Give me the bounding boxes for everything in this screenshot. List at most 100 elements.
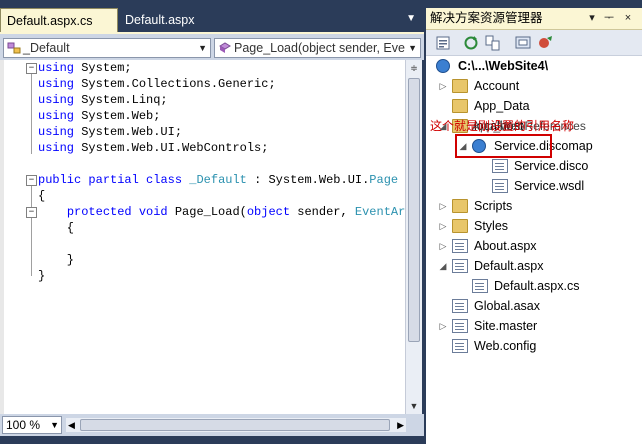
tree-item[interactable]: Default.aspx.cs	[426, 276, 642, 296]
tab-list-dropdown-icon[interactable]: ▼	[406, 13, 416, 24]
code-token: {	[38, 189, 46, 203]
code-token: using	[38, 77, 75, 91]
tree-item[interactable]: ▷ Account	[426, 76, 642, 96]
tree-item-label: Service.wsdl	[514, 179, 585, 193]
code-token: public	[38, 173, 82, 187]
page-icon	[452, 339, 468, 353]
fold-guide-line	[31, 218, 32, 260]
code-token: class	[146, 173, 183, 187]
tree-item[interactable]: Service.disco	[426, 156, 642, 176]
tab-default-aspx-cs[interactable]: Default.aspx.cs	[0, 8, 118, 32]
code-line: {	[38, 220, 74, 236]
indicator-margin	[0, 60, 4, 414]
class-combo[interactable]: _Default ▼	[3, 38, 211, 58]
expand-toggle-icon[interactable]: ▷	[438, 236, 448, 256]
vertical-scrollbar[interactable]: ≑ ▼	[405, 60, 422, 414]
panel-title: 解决方案资源管理器	[430, 11, 543, 25]
document-tab-strip: Default.aspx.cs Default.aspx ▼	[0, 8, 424, 32]
expand-toggle-icon[interactable]: ▷	[438, 216, 448, 236]
code-token: using	[38, 61, 75, 75]
member-combo[interactable]: Page_Load(object sender, Eve ▼	[214, 38, 421, 58]
solution-explorer-header: 解决方案资源管理器 ▾ ᅮ ×	[426, 8, 642, 30]
chevron-down-icon[interactable]: ▼	[50, 417, 59, 433]
tree-item[interactable]: App_Data	[426, 96, 642, 116]
zoom-combo[interactable]: 100 % ▼	[2, 416, 62, 434]
code-token: {	[38, 221, 75, 235]
tree-item[interactable]: ▷ Scripts	[426, 196, 642, 216]
show-all-files-icon[interactable]	[484, 34, 502, 52]
code-editor-pane: Default.aspx.cs Default.aspx ▼ _Default …	[0, 0, 424, 444]
code-line: protected void Page_Load(object sender, …	[38, 204, 420, 220]
page-icon	[452, 239, 468, 253]
properties-icon[interactable]	[434, 34, 452, 52]
code-line: {	[38, 188, 45, 204]
code-token: protected	[66, 205, 132, 219]
expand-toggle-icon[interactable]: ▷	[438, 316, 448, 336]
code-token: using	[38, 125, 75, 139]
root-label: C:\...\WebSite4\	[458, 59, 549, 73]
code-line: using System.Web.UI;	[38, 124, 182, 140]
tree-item[interactable]: Global.asax	[426, 296, 642, 316]
code-token: using	[38, 109, 75, 123]
annotation-highlight-box	[455, 134, 552, 158]
tree-item-label: Styles	[474, 219, 509, 233]
page-icon	[472, 279, 488, 293]
code-text-area[interactable]: using System; using System.Collections.Ge…	[0, 60, 420, 414]
code-line: public partial class _Default : System.W…	[38, 172, 398, 188]
solution-explorer-pane: 解决方案资源管理器 ▾ ᅮ × C:\...\WebSite4\ ▷ Accoun…	[426, 8, 642, 444]
code-line: using System.Web.UI.WebControls;	[38, 140, 268, 156]
code-token: partial	[88, 173, 139, 187]
scroll-right-icon[interactable]: ▶	[397, 418, 404, 432]
auto-hide-pin-icon[interactable]: ᅮ	[602, 10, 616, 26]
close-icon[interactable]: ×	[621, 10, 635, 26]
solution-tree: C:\...\WebSite4\ ▷ Account App_Data ◢ localh…	[426, 56, 642, 444]
expand-toggle-icon[interactable]: ▷	[438, 196, 448, 216]
class-icon	[7, 42, 21, 54]
page-icon	[452, 259, 468, 273]
view-designer-icon[interactable]	[536, 34, 554, 52]
tab-default-aspx[interactable]: Default.aspx	[119, 8, 209, 32]
expand-toggle-icon[interactable]: ◢	[438, 256, 448, 276]
fold-guide-line	[31, 74, 32, 154]
tree-item[interactable]: ▷ About.aspx	[426, 236, 642, 256]
class-combo-value: _Default	[23, 41, 70, 55]
collapse-class-icon[interactable]: −	[26, 175, 37, 186]
horizontal-scrollbar[interactable]: ◀ ▶	[66, 418, 406, 432]
vertical-scroll-thumb[interactable]	[408, 78, 420, 342]
zoom-value: 100 %	[6, 418, 41, 432]
tree-item[interactable]: ▷ Site.master	[426, 316, 642, 336]
chevron-down-icon[interactable]: ▼	[408, 39, 417, 57]
nest-related-files-icon[interactable]	[514, 34, 532, 52]
collapse-method-icon[interactable]: −	[26, 207, 37, 218]
tree-item-label: About.aspx	[474, 239, 537, 253]
tree-item-label: Account	[474, 79, 520, 93]
folder-icon	[452, 199, 468, 213]
page-icon	[492, 179, 508, 193]
method-icon	[219, 42, 231, 53]
code-token: using	[38, 93, 75, 107]
code-token: System.Linq;	[74, 93, 168, 107]
tree-item[interactable]: ▷ Styles	[426, 216, 642, 236]
window-position-icon[interactable]: ▾	[585, 10, 599, 26]
code-token: System.Web.UI.WebControls;	[74, 141, 269, 155]
chevron-down-icon[interactable]: ▼	[198, 39, 207, 57]
scroll-down-icon[interactable]: ▼	[408, 400, 420, 412]
tree-item[interactable]: Service.wsdl	[426, 176, 642, 196]
scroll-left-icon[interactable]: ◀	[68, 418, 75, 432]
split-view-icon[interactable]: ≑	[408, 62, 420, 74]
annotation-text: 这个就是刚设置的引用名称	[430, 119, 575, 133]
refresh-icon[interactable]	[462, 34, 480, 52]
code-token: using	[38, 141, 75, 155]
collapse-usings-icon[interactable]: −	[26, 63, 37, 74]
tree-item[interactable]: ◢ Default.aspx	[426, 256, 642, 276]
tree-item[interactable]: Web.config	[426, 336, 642, 356]
tree-item-label: Service.disco	[514, 159, 589, 173]
expand-toggle-icon[interactable]: ▷	[438, 76, 448, 96]
page-icon	[452, 319, 468, 333]
tree-item-label: Default.aspx	[474, 259, 544, 273]
code-token: Page_Load(	[167, 205, 247, 219]
code-line: }	[38, 252, 74, 268]
horizontal-scroll-thumb[interactable]	[80, 419, 390, 431]
code-token: sender,	[290, 205, 355, 219]
